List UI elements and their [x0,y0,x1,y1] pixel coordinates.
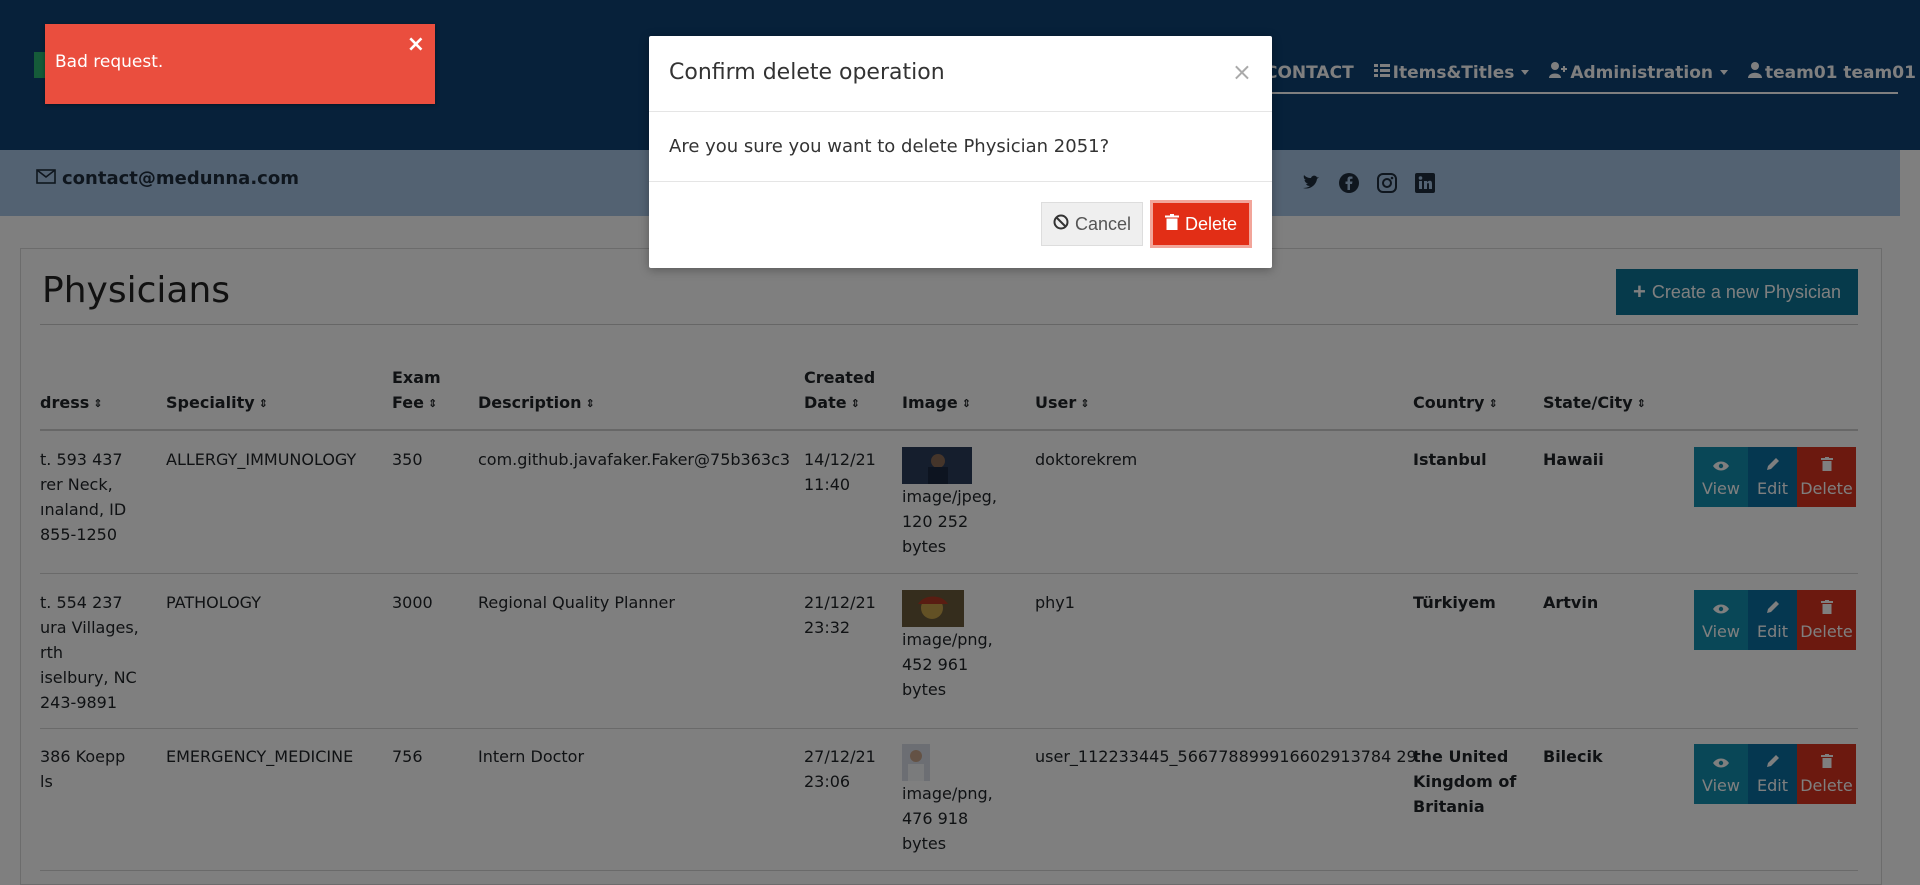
close-icon[interactable]: × [1232,58,1252,86]
close-icon[interactable]: × [407,32,425,57]
trash-icon [1164,213,1179,235]
modal-title: Confirm delete operation [669,60,945,85]
cancel-button[interactable]: Cancel [1041,202,1143,246]
modal-footer: Cancel Delete [649,182,1272,268]
error-toast: Bad request. × [45,24,435,104]
ban-icon [1053,214,1069,235]
confirm-delete-button[interactable]: Delete [1150,200,1252,248]
confirm-delete-label: Delete [1184,213,1238,234]
cancel-label: Cancel [1074,213,1132,234]
modal-message: Are you sure you want to delete Physicia… [669,136,1110,157]
confirm-delete-modal: Confirm delete operation × Are you sure … [649,36,1272,268]
toast-message: Bad request. [55,52,164,72]
modal-header: Confirm delete operation × [649,36,1272,112]
modal-body: Are you sure you want to delete Physicia… [649,112,1272,182]
